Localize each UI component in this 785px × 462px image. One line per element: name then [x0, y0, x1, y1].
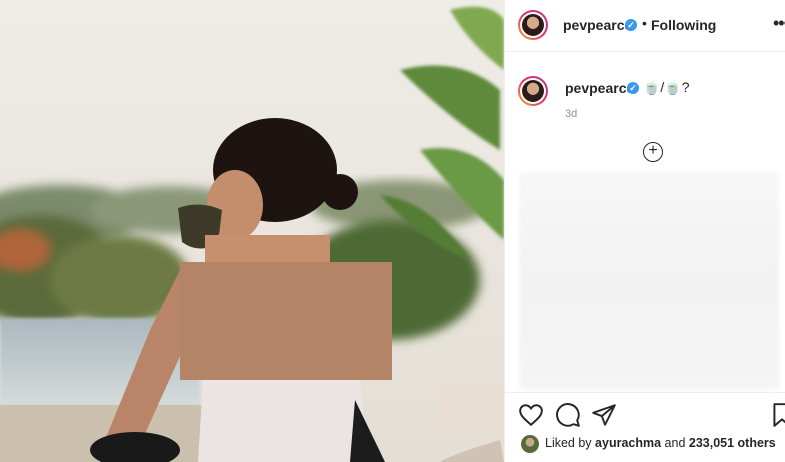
bookmark-icon[interactable]	[769, 402, 785, 428]
share-icon[interactable]	[591, 402, 617, 428]
likes-prefix: Liked by	[545, 436, 592, 450]
avatar[interactable]	[518, 10, 548, 40]
likes-others-link[interactable]: 233,051 others	[689, 436, 776, 450]
username-link[interactable]: pevpearce	[563, 17, 632, 33]
caption-username[interactable]: pevpearce	[565, 80, 634, 96]
likes-joiner: and	[664, 436, 686, 450]
comment-icon[interactable]	[555, 402, 581, 428]
verified-icon: ✓	[627, 82, 639, 94]
separator-dot: •	[642, 15, 647, 31]
post-header: pevpearce ✓ • Following •••	[505, 0, 785, 52]
post-side-panel: pevpearce ✓ • Following ••• pevpearce ✓ …	[504, 0, 785, 462]
likes-summary: Liked by ayurachma and 233,051 others	[545, 436, 776, 450]
post-age[interactable]: 3d	[565, 108, 577, 120]
following-button[interactable]: Following	[651, 17, 716, 33]
more-options-icon[interactable]: •••	[773, 13, 785, 34]
caption-avatar[interactable]	[518, 76, 548, 106]
caption-text: 🍵/🍵?	[643, 79, 690, 95]
heart-icon[interactable]	[518, 402, 544, 428]
verified-icon: ✓	[625, 19, 637, 31]
comments-area	[519, 172, 779, 390]
action-bar: Liked by ayurachma and 233,051 others	[505, 392, 785, 462]
post-photo[interactable]	[0, 0, 504, 462]
liker-avatar[interactable]	[521, 435, 539, 453]
add-icon[interactable]: +	[643, 142, 663, 162]
liker-username[interactable]: ayurachma	[595, 436, 661, 450]
